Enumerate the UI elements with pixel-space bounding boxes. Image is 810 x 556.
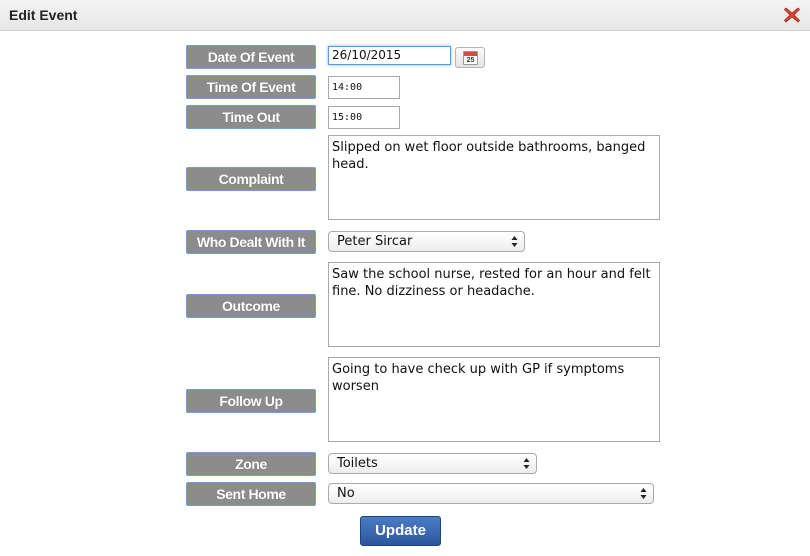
zone-select[interactable]: Toilets <box>328 453 537 474</box>
close-x-icon <box>783 7 801 23</box>
who-dealt-with-it-value: Peter Sircar <box>337 234 413 249</box>
dialog-title: Edit Event <box>9 7 78 23</box>
select-arrows-icon <box>511 236 518 247</box>
outcome-label: Outcome <box>186 294 316 318</box>
time-of-event-input[interactable]: 14:00 <box>328 76 400 99</box>
zone-label: Zone <box>186 452 316 476</box>
complaint-textarea[interactable]: Slipped on wet floor outside bathrooms, … <box>328 135 660 220</box>
time-out-label: Time Out <box>186 105 316 129</box>
update-button[interactable]: Update <box>360 516 441 546</box>
select-arrows-icon <box>523 458 530 469</box>
who-dealt-with-it-label: Who Dealt With It <box>186 230 316 254</box>
zone-value: Toilets <box>337 456 378 471</box>
time-of-event-label: Time Of Event <box>186 75 316 99</box>
date-of-event-label: Date Of Event <box>186 45 316 69</box>
dialog-titlebar: Edit Event <box>0 0 810 31</box>
calendar-icon-day: 25 <box>466 57 475 64</box>
sent-home-select[interactable]: No <box>328 483 654 504</box>
follow-up-label: Follow Up <box>186 389 316 413</box>
who-dealt-with-it-select[interactable]: Peter Sircar <box>328 231 525 252</box>
date-of-event-input[interactable]: 26/10/2015 <box>328 46 451 65</box>
select-arrows-icon <box>640 488 647 499</box>
sent-home-label: Sent Home <box>186 482 316 506</box>
follow-up-textarea[interactable]: Going to have check up with GP if sympto… <box>328 357 660 442</box>
time-out-input[interactable]: 15:00 <box>328 106 400 129</box>
calendar-button[interactable]: 25 <box>455 47 485 68</box>
outcome-textarea[interactable]: Saw the school nurse, rested for an hour… <box>328 262 660 347</box>
close-button[interactable] <box>782 5 802 25</box>
complaint-label: Complaint <box>186 167 316 191</box>
calendar-icon: 25 <box>463 51 478 65</box>
sent-home-value: No <box>337 486 355 501</box>
